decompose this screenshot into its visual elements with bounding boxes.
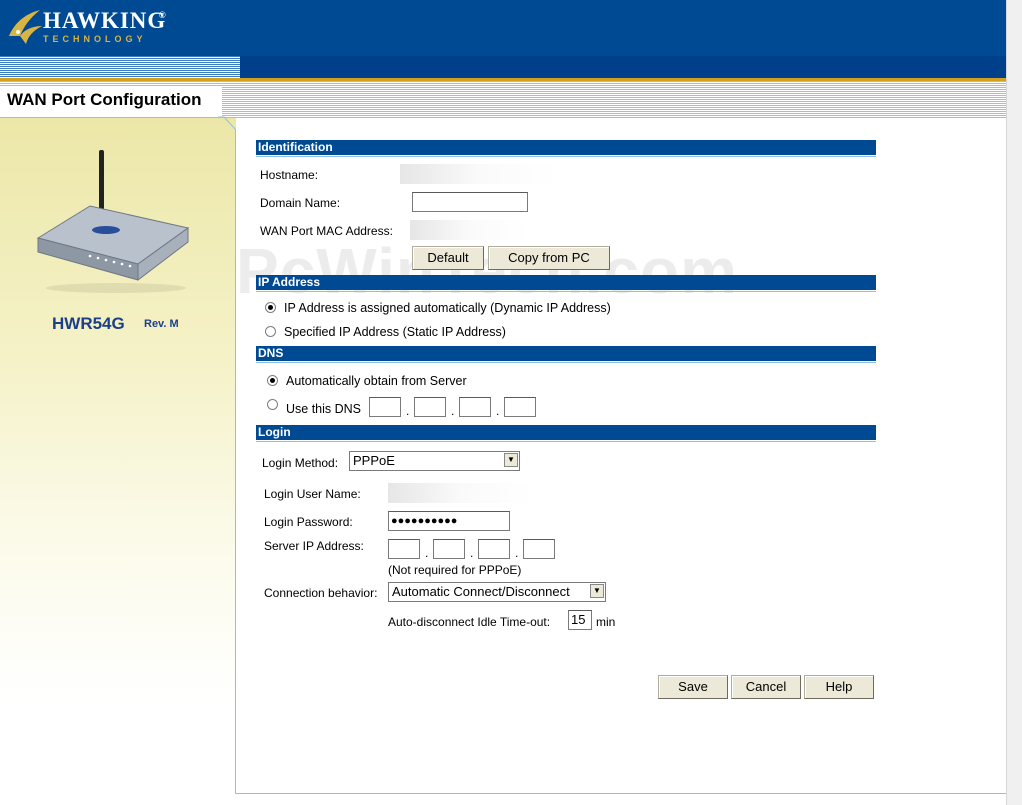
- server-ip-note: (Not required for PPPoE): [388, 563, 522, 577]
- chevron-down-icon[interactable]: ▼: [504, 453, 518, 467]
- model-revision: Rev. M: [144, 318, 179, 330]
- domain-name-input[interactable]: [412, 192, 528, 212]
- dns-separator: .: [406, 404, 410, 418]
- static-ip-label: Specified IP Address (Static IP Address): [284, 325, 506, 339]
- brand-logo-text: HAWKING: [43, 8, 167, 33]
- dns-separator: .: [496, 404, 500, 418]
- mac-address-label: WAN Port MAC Address:: [260, 224, 393, 238]
- hostname-input[interactable]: [400, 164, 558, 184]
- server-ip-octet-4[interactable]: [523, 539, 555, 559]
- dynamic-ip-label: IP Address is assigned automatically (Dy…: [284, 301, 611, 315]
- copy-from-pc-button[interactable]: Copy from PC: [488, 246, 610, 270]
- connection-behavior-value: Automatic Connect/Disconnect: [392, 584, 570, 599]
- dns-octet-4[interactable]: [504, 397, 536, 417]
- server-ip-octet-3[interactable]: [478, 539, 510, 559]
- server-ip-octet-1[interactable]: [388, 539, 420, 559]
- section-divider: [256, 291, 876, 292]
- static-ip-radio[interactable]: [265, 326, 276, 337]
- connection-behavior-label: Connection behavior:: [264, 586, 378, 600]
- idle-timeout-label: Auto-disconnect Idle Time-out:: [388, 615, 551, 629]
- vertical-scrollbar[interactable]: [1006, 0, 1022, 805]
- model-name: HWR54G: [52, 314, 125, 333]
- default-button[interactable]: Default: [412, 246, 484, 270]
- dns-octet-3[interactable]: [459, 397, 491, 417]
- login-password-input[interactable]: ●●●●●●●●●●: [388, 511, 510, 531]
- brand-logo-subtext: TECHNOLOGY: [43, 34, 147, 44]
- content-corner: [218, 116, 237, 131]
- hostname-label: Hostname:: [260, 168, 319, 182]
- login-username-label: Login User Name:: [264, 487, 361, 501]
- dns-auto-label: Automatically obtain from Server: [286, 374, 467, 388]
- dns-octet-1[interactable]: [369, 397, 401, 417]
- login-password-label: Login Password:: [264, 515, 353, 529]
- help-button[interactable]: Help: [804, 675, 874, 699]
- section-login: Login: [256, 425, 876, 440]
- domain-name-label: Domain Name:: [260, 196, 341, 210]
- login-username-input[interactable]: [388, 483, 534, 503]
- section-divider: [256, 441, 876, 442]
- server-ip-label: Server IP Address:: [264, 539, 364, 553]
- login-method-select[interactable]: PPPoE ▼: [349, 451, 520, 471]
- content-bottom-border: [235, 793, 1006, 794]
- page-title: WAN Port Configuration: [7, 90, 202, 109]
- brand-registered-mark: ®: [159, 10, 166, 20]
- chevron-down-icon[interactable]: ▼: [590, 584, 604, 598]
- login-method-label: Login Method:: [262, 456, 339, 470]
- section-divider: [256, 362, 876, 363]
- save-button[interactable]: Save: [658, 675, 728, 699]
- section-dns: DNS: [256, 346, 876, 361]
- server-ip-separator: .: [515, 546, 519, 560]
- connection-behavior-select[interactable]: Automatic Connect/Disconnect ▼: [388, 582, 606, 602]
- hawk-logo-icon: [9, 10, 42, 44]
- mac-address-input[interactable]: [410, 220, 528, 240]
- login-method-value: PPPoE: [353, 453, 395, 468]
- server-ip-octet-2[interactable]: [433, 539, 465, 559]
- section-divider: [256, 156, 876, 157]
- header-stripe-dark: [240, 56, 1006, 78]
- dynamic-ip-radio[interactable]: [265, 302, 276, 313]
- server-ip-separator: .: [470, 546, 474, 560]
- dns-octet-2[interactable]: [414, 397, 446, 417]
- dns-separator: .: [451, 404, 455, 418]
- content-border: [235, 130, 236, 793]
- idle-timeout-unit: min: [596, 615, 616, 629]
- dns-auto-radio[interactable]: [267, 375, 278, 386]
- idle-timeout-input[interactable]: 15: [568, 610, 592, 630]
- dns-manual-label: Use this DNS: [286, 402, 362, 416]
- section-ip-address: IP Address: [256, 275, 876, 290]
- cancel-button[interactable]: Cancel: [731, 675, 801, 699]
- dns-manual-radio[interactable]: [267, 399, 278, 410]
- section-identification: Identification: [256, 140, 876, 155]
- router-image-icon: [36, 150, 190, 293]
- server-ip-separator: .: [425, 546, 429, 560]
- watermark: PcWinTech.com: [236, 235, 738, 307]
